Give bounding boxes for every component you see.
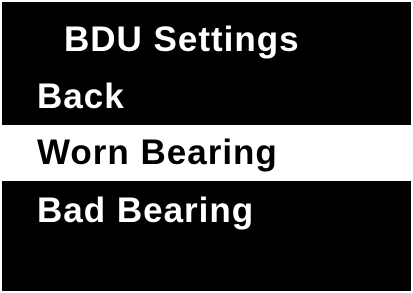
menu-item-back[interactable]: Back (2, 69, 411, 125)
menu-item-bad-bearing[interactable]: Bad Bearing (2, 183, 411, 239)
menu-item-label: Back (37, 77, 125, 116)
menu-item-label: Worn Bearing (37, 133, 278, 172)
menu-item-label: Bad Bearing (37, 191, 255, 230)
bdu-settings-screen: BDU Settings Back Worn Bearing Bad Beari… (2, 2, 411, 291)
menu-item-worn-bearing-selected[interactable]: Worn Bearing (2, 125, 411, 181)
page-title: BDU Settings (64, 20, 300, 59)
